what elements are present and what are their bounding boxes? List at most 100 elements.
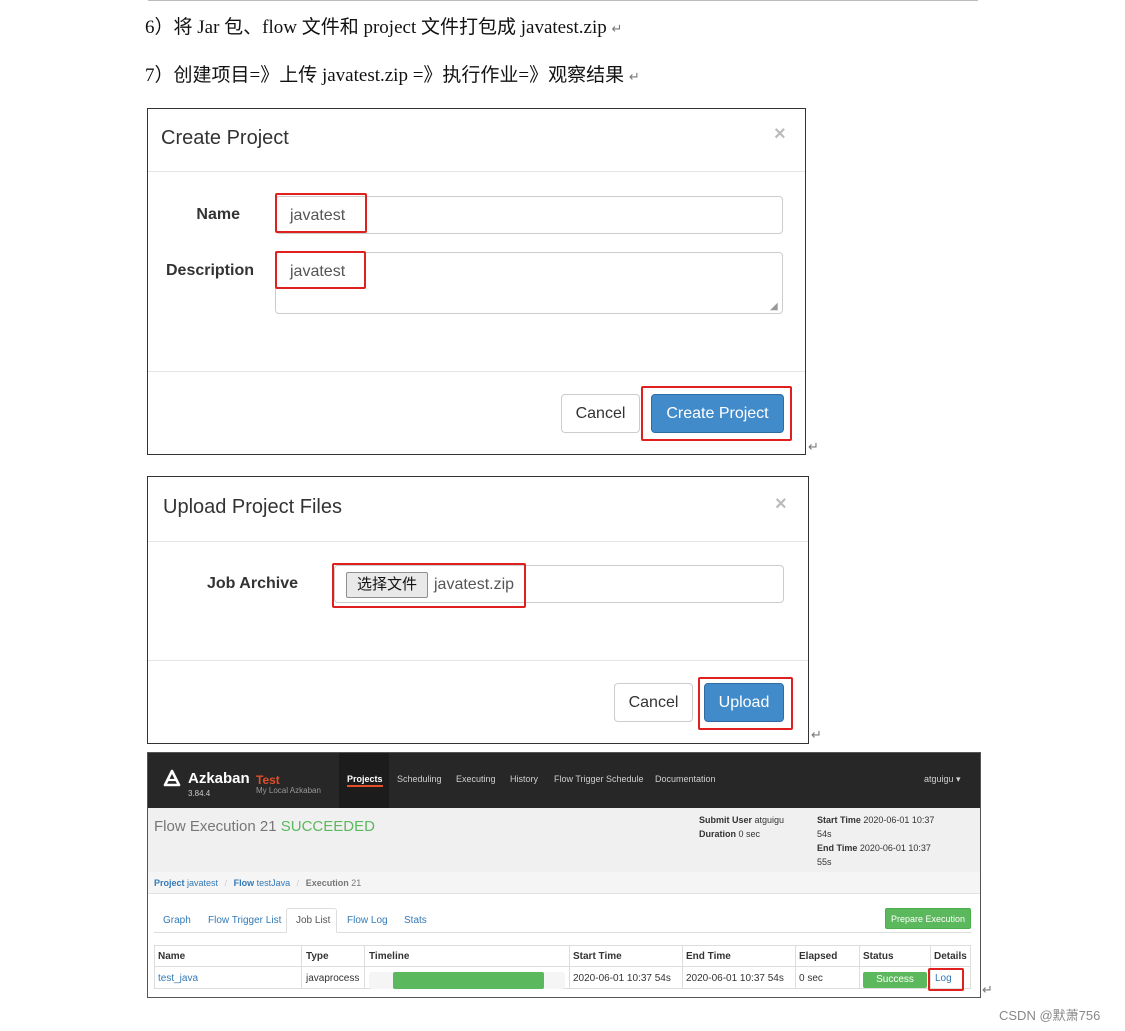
end-time-seconds: 55s bbox=[817, 857, 832, 867]
col-start-time: Start Time bbox=[573, 951, 622, 962]
duration-line: Duration 0 sec bbox=[699, 827, 784, 841]
time-info: Start Time 2020-06-01 10:37 54s End Time… bbox=[817, 813, 934, 869]
step-7-label: 7）创建项目=》上传 javatest.zip =》执行作业=》观察结果 bbox=[145, 65, 625, 86]
col-name: Name bbox=[158, 951, 186, 962]
close-icon[interactable]: × bbox=[775, 493, 787, 516]
execution-title-text: Flow Execution 21 bbox=[154, 818, 277, 835]
description-label: Description bbox=[165, 262, 254, 279]
brand-name: Azkaban bbox=[188, 770, 250, 787]
job-type: javaprocess bbox=[306, 973, 360, 984]
return-mark: ↵ bbox=[811, 728, 822, 743]
col-timeline: Timeline bbox=[369, 951, 410, 962]
end-time-line: End Time 2020-06-01 10:37 bbox=[817, 841, 934, 855]
start-time-seconds: 54s bbox=[817, 829, 832, 839]
nav-documentation[interactable]: Documentation bbox=[655, 774, 716, 784]
return-mark: ↵ bbox=[982, 983, 993, 998]
tab-graph[interactable]: Graph bbox=[163, 915, 191, 926]
end-time-label: End Time bbox=[817, 843, 858, 853]
return-mark: ↵ bbox=[611, 22, 623, 37]
upload-project-dialog: Upload Project Files × Job Archive 选择文件 … bbox=[147, 476, 809, 744]
subtitle-label: My Local Azkaban bbox=[256, 786, 321, 795]
breadcrumb-flow[interactable]: testJava bbox=[257, 878, 291, 888]
breadcrumb-project[interactable]: javatest bbox=[187, 878, 218, 888]
duration-value: 0 sec bbox=[738, 829, 761, 839]
breadcrumb-flow-label: Flow bbox=[233, 878, 255, 888]
submit-user-line: Submit User atguigu bbox=[699, 813, 784, 827]
dialog-title: Create Project bbox=[161, 127, 289, 149]
return-mark: ↵ bbox=[628, 70, 640, 85]
highlight-box bbox=[928, 968, 964, 991]
prepare-execution-button[interactable]: Prepare Execution bbox=[885, 908, 971, 929]
divider bbox=[148, 660, 808, 661]
nav-scheduling[interactable]: Scheduling bbox=[397, 774, 442, 784]
tab-flow-trigger-list[interactable]: Flow Trigger List bbox=[208, 915, 281, 926]
col-status: Status bbox=[863, 951, 894, 962]
highlight-box bbox=[275, 251, 366, 289]
tabs-rule bbox=[154, 932, 971, 933]
highlight-box bbox=[332, 563, 526, 608]
step-6-label: 6）将 Jar 包、flow 文件和 project 文件打包成 javates… bbox=[145, 17, 607, 38]
nav-flow-trigger-schedule[interactable]: Flow Trigger Schedule bbox=[554, 774, 644, 784]
user-menu[interactable]: atguigu ▾ bbox=[924, 774, 961, 785]
start-time-label: Start Time bbox=[817, 815, 861, 825]
highlight-box bbox=[641, 386, 792, 441]
cancel-button[interactable]: Cancel bbox=[614, 683, 693, 722]
col-end-time: End Time bbox=[686, 951, 731, 962]
submit-info: Submit User atguigu Duration 0 sec bbox=[699, 813, 784, 841]
execution-status: SUCCEEDED bbox=[280, 818, 375, 835]
divider bbox=[148, 371, 805, 372]
start-time-line: Start Time 2020-06-01 10:37 bbox=[817, 813, 934, 827]
top-rule bbox=[148, 0, 978, 1]
col-rule bbox=[569, 945, 570, 989]
azkaban-logo-icon bbox=[163, 769, 181, 787]
col-rule bbox=[795, 945, 796, 989]
col-rule bbox=[301, 945, 302, 989]
version-label: 3.84.4 bbox=[188, 789, 211, 798]
col-rule bbox=[682, 945, 683, 989]
start-time-value: 2020-06-01 10:37 bbox=[863, 815, 935, 825]
tab-stats[interactable]: Stats bbox=[404, 915, 427, 926]
col-rule bbox=[859, 945, 860, 989]
cancel-button[interactable]: Cancel bbox=[561, 394, 640, 433]
azkaban-execution-screenshot: Azkaban Test 3.84.4 My Local Azkaban Pro… bbox=[147, 752, 981, 998]
breadcrumb-separator: / bbox=[296, 878, 300, 888]
dialog-title: Upload Project Files bbox=[163, 496, 342, 518]
nav-executing[interactable]: Executing bbox=[456, 774, 496, 784]
timeline-track bbox=[369, 972, 565, 989]
col-elapsed: Elapsed bbox=[799, 951, 838, 962]
end-time-value: 2020-06-01 10:37 bbox=[859, 843, 931, 853]
col-type: Type bbox=[306, 951, 329, 962]
nav-history[interactable]: History bbox=[510, 774, 538, 784]
tab-job-list[interactable]: Job List bbox=[296, 915, 330, 926]
env-badge: Test bbox=[256, 773, 280, 787]
breadcrumb-execution-label: Execution bbox=[305, 878, 349, 888]
status-badge: Success bbox=[863, 972, 927, 988]
tab-flow-log[interactable]: Flow Log bbox=[347, 915, 388, 926]
highlight-box bbox=[698, 677, 793, 730]
return-mark: ↵ bbox=[808, 440, 819, 455]
timeline-bar bbox=[393, 972, 544, 989]
step-6-text: 6）将 Jar 包、flow 文件和 project 文件打包成 javates… bbox=[145, 12, 622, 39]
breadcrumb-project-label: Project bbox=[154, 878, 185, 888]
step-7-text: 7）创建项目=》上传 javatest.zip =》执行作业=》观察结果 ↵ bbox=[145, 60, 640, 87]
create-project-dialog: Create Project × Name javatest Descripti… bbox=[147, 108, 806, 455]
job-start-time: 2020-06-01 10:37 54s bbox=[573, 973, 671, 984]
col-details: Details bbox=[934, 951, 967, 962]
duration-label: Duration bbox=[699, 829, 736, 839]
divider bbox=[148, 171, 805, 172]
col-rule bbox=[364, 945, 365, 989]
job-name-link[interactable]: test_java bbox=[158, 973, 198, 984]
job-elapsed: 0 sec bbox=[799, 973, 823, 984]
job-end-time: 2020-06-01 10:37 54s bbox=[686, 973, 784, 984]
highlight-box bbox=[275, 193, 367, 233]
close-icon[interactable]: × bbox=[774, 123, 786, 146]
divider bbox=[148, 541, 808, 542]
breadcrumb: Project javatest / Flow testJava / Execu… bbox=[154, 878, 361, 888]
submit-user-value: atguigu bbox=[754, 815, 785, 825]
table-header-rule bbox=[154, 966, 971, 967]
top-navbar: Azkaban Test 3.84.4 My Local Azkaban Pro… bbox=[148, 753, 980, 808]
resize-handle-icon[interactable]: ◢ bbox=[770, 301, 778, 312]
nav-projects[interactable]: Projects bbox=[347, 774, 383, 787]
job-archive-label: Job Archive bbox=[207, 575, 298, 592]
csdn-watermark: CSDN @默萧756 bbox=[999, 1008, 1101, 1023]
